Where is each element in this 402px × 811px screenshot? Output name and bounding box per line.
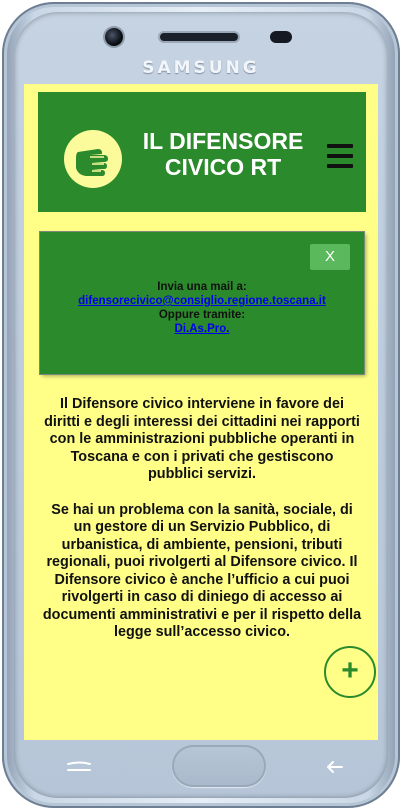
- hamburger-menu-icon[interactable]: [327, 144, 355, 170]
- description-paragraph-1: Il Difensore civico interviene in favore…: [44, 396, 360, 482]
- notice-body: Invia una mail a: difensorecivico@consig…: [40, 280, 364, 336]
- recent-apps-icon[interactable]: [60, 752, 100, 782]
- hand-icon: [64, 130, 122, 188]
- add-button[interactable]: +: [324, 646, 376, 698]
- contact-notice: X Invia una mail a: difensorecivico@cons…: [40, 232, 364, 374]
- home-button[interactable]: [172, 745, 266, 787]
- earpiece-speaker: [160, 33, 238, 41]
- notice-line-email-intro: Invia una mail a:: [157, 281, 247, 293]
- description-paragraph-2: Se hai un problema con la sanità, social…: [42, 501, 362, 641]
- app-header: IL DIFENSORE CIVICO RT: [38, 92, 366, 212]
- notice-line-alternative: Oppure tramite:: [158, 309, 246, 321]
- app-title: IL DIFENSORE CIVICO RT: [142, 128, 304, 180]
- device-brand: SAMSUNG: [142, 58, 260, 78]
- description: Il Difensore civico interviene in favore…: [42, 396, 362, 660]
- app-screen: IL DIFENSORE CIVICO RT X Invia una mail …: [24, 84, 378, 740]
- front-camera: [105, 28, 123, 46]
- back-icon[interactable]: [320, 752, 350, 782]
- email-link[interactable]: difensorecivico@consiglio.regione.toscan…: [40, 294, 364, 308]
- close-button[interactable]: X: [310, 244, 350, 270]
- diaspro-link[interactable]: Di.As.Pro.: [40, 322, 364, 336]
- proximity-sensor: [270, 31, 292, 43]
